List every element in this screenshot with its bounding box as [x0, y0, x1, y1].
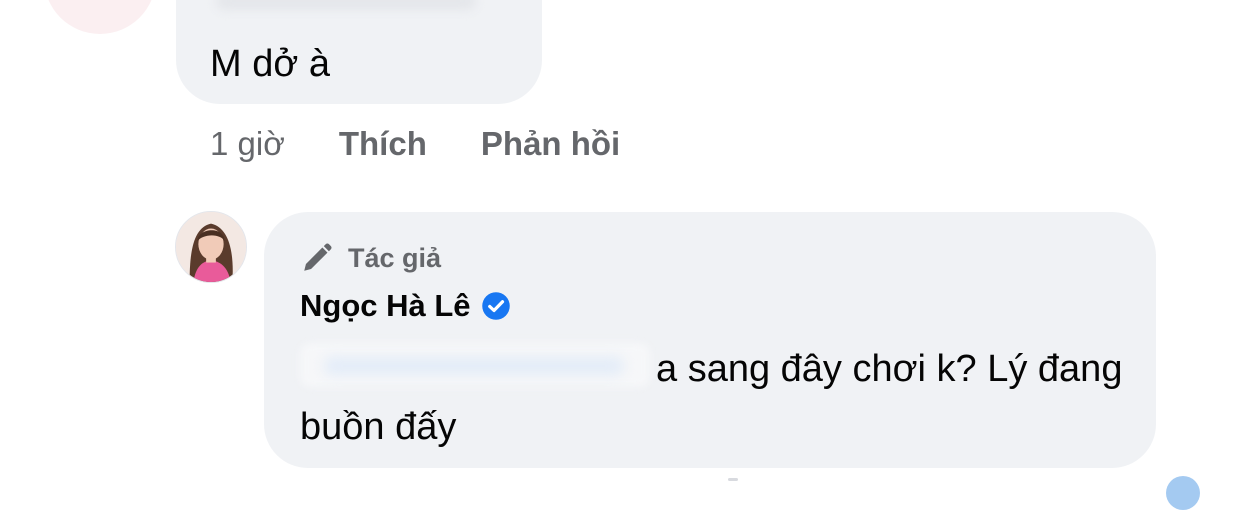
like-button[interactable]: Thích — [339, 125, 427, 163]
previous-comment-text: M dở à — [210, 43, 330, 85]
redacted-tagged-name[interactable] — [300, 343, 650, 387]
next-comment-fragment — [728, 478, 738, 481]
comment-timestamp[interactable]: 1 giờ — [210, 125, 285, 163]
previous-comment-avatar[interactable] — [44, 0, 156, 34]
author-name[interactable]: Ngọc Hà Lê — [300, 288, 471, 324]
verified-checkmark-icon — [481, 292, 510, 320]
pen-icon — [304, 243, 332, 271]
previous-comment-bubble: M dở à — [176, 0, 542, 104]
author-badge: Tác giả — [300, 238, 441, 278]
author-avatar-image — [176, 212, 246, 282]
author-badge-label: Tác giả — [348, 242, 442, 273]
next-comment-avatar-fragment — [1166, 476, 1200, 510]
reply-comment-text: a sang đây chơi k? Lý đang buồn đấy — [300, 340, 1140, 456]
reply-comment-bubble: Tác giả Ngọc Hà Lê a sang đây chơi k? Lý… — [264, 212, 1156, 468]
reply-button[interactable]: Phản hồi — [481, 125, 620, 163]
previous-comment-actions: 1 giờ Thích Phản hồi — [210, 122, 620, 166]
redacted-author-name — [216, 0, 476, 10]
author-row: Ngọc Hà Lê — [300, 284, 511, 328]
author-avatar[interactable] — [175, 211, 247, 283]
